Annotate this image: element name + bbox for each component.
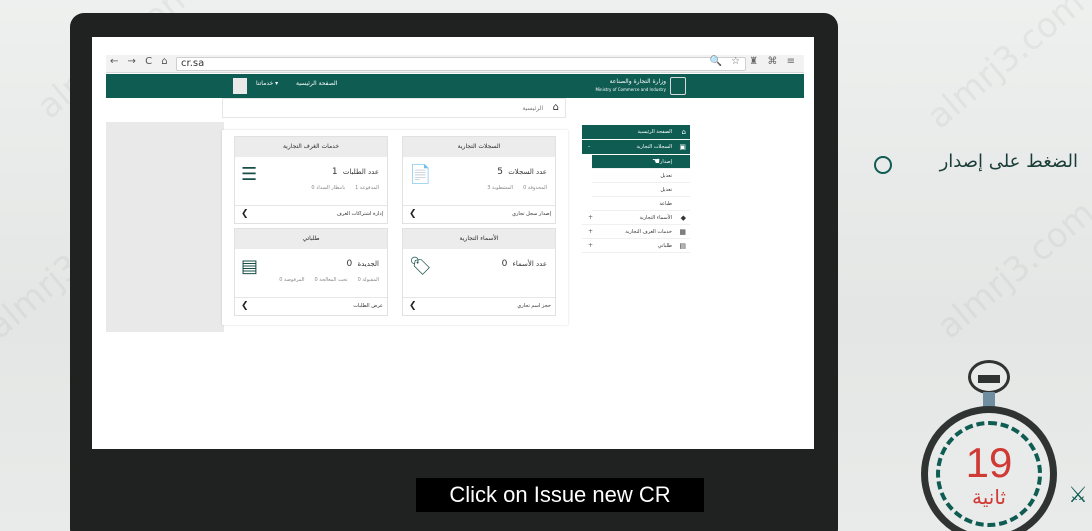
card-count: عدد السجلات 5 [497,167,547,177]
stopwatch: 19 ثانية [914,360,1064,531]
stopwatch-knob [968,360,1010,394]
requests-icon: ▤ [679,242,686,250]
card-footer[interactable]: ❮ عرض الطلبات [235,297,387,315]
browser-extension-icons[interactable]: 🔍 ☆ ♜ ⌘ ≡ [710,56,798,67]
card-title: الأسماء التجارية [403,229,555,249]
card-footer[interactable]: ❮ حجز اسم تجاري [403,297,555,315]
records-icon: ▣ [679,143,686,151]
nav-sub-issue[interactable]: ☚ إصدار [592,155,690,169]
card-sub: بانتظار السداد 0 المدفوعة 1 [311,185,379,191]
saudi-emblem-icon: ⚔ [1068,483,1088,508]
nav-item-cr[interactable]: - السجلات التجارية ▣ [582,140,690,154]
step-text: الضغط على إصدار [939,151,1078,172]
card-title: خدمات الغرف التجارية [235,137,387,157]
document-icon: 📄 [409,164,432,185]
requests-icon: ▤ [241,256,259,277]
dashboard-content: السجلات التجارية 📄 عدد السجلات 5 المشطوب… [222,130,568,325]
breadcrumb: ⌂ الرئيسية [222,98,566,118]
issue-cr-link[interactable]: إصدار سجل تجاري [512,211,551,217]
emblem-icon [670,77,686,95]
chevron-left-icon[interactable]: ❮ [409,209,417,219]
side-panel [106,122,224,332]
card-trade-names: الأسماء التجارية 🏷 عدد الأسماء 0 ❮ حجز ا… [402,228,556,316]
card-sub: المشطوبة 3 المحذوفة 0 [487,185,547,191]
card-count: عدد الأسماء 0 [501,259,547,269]
card-footer[interactable]: ❮ إصدار سجل تجاري [403,205,555,223]
tag-icon: 🏷 [409,256,432,277]
collapse-icon: - [588,143,591,150]
step-circle-icon [874,156,892,174]
nav-item-chambers[interactable]: + خدمات الغرف التجارية ▦ [582,225,690,239]
card-title: طلباتي [235,229,387,249]
nav-sub-modify-2[interactable]: تعديل [592,183,690,197]
building-icon: ▦ [679,228,686,236]
address-bar[interactable]: cr.sa [176,57,746,71]
card-sub: المرفوضة 0 تحت المعالجة 0 المقبولة 0 [279,277,379,283]
home-icon[interactable]: ⌂ [553,102,559,113]
manage-chamber-link[interactable]: إدارة اشتراكات الغرف [337,211,383,217]
hand-pointer-icon: ☚ [652,157,661,167]
reserve-name-link[interactable]: حجز اسم تجاري [517,303,551,309]
list-icon: ☰ [241,164,258,185]
card-my-requests: طلباتي ▤ الجديدة 0 المرفوضة 0 تحت المعالج… [234,228,388,316]
step-instruction: الضغط على إصدار [872,150,1082,178]
card-count: الجديدة 0 [346,259,379,269]
browser-toolbar: ← → C ⌂ cr.sa 🔍 ☆ ♜ ⌘ ≡ [106,55,804,73]
nav-item-home[interactable]: الصفحة الرئيسية ⌂ [582,125,690,139]
nav-sub-modify[interactable]: تعديل [592,169,690,183]
video-subtitle: Click on Issue new CR [416,478,704,512]
card-count: عدد الطلبات 1 [331,167,379,177]
browser-screen: ← → C ⌂ cr.sa 🔍 ☆ ♜ ⌘ ≡ خدماتنا ▾ الصفحة… [92,37,814,449]
tag-icon: ◆ [680,214,686,222]
avatar[interactable] [233,78,247,94]
timer-unit: ثانية [972,485,1006,509]
view-requests-link[interactable]: عرض الطلبات [353,303,383,309]
card-chamber-services: خدمات الغرف التجارية ☰ عدد الطلبات 1 بان… [234,136,388,224]
card-title: السجلات التجارية [403,137,555,157]
chevron-left-icon[interactable]: ❮ [241,209,249,219]
menu-home[interactable]: الصفحة الرئيسية [296,80,337,87]
breadcrumb-text[interactable]: الرئيسية [522,105,543,112]
expand-icon: + [588,214,594,221]
menu-services[interactable]: خدماتنا ▾ [256,80,278,87]
expand-icon: + [588,242,594,249]
card-footer[interactable]: ❮ إدارة اشتراكات الغرف [235,205,387,223]
stopwatch-face: 19 ثانية [921,406,1057,531]
expand-icon: + [588,228,594,235]
chevron-left-icon[interactable]: ❮ [241,301,249,311]
site-topbar: خدماتنا ▾ الصفحة الرئيسية وزارة التجارة … [106,74,804,98]
side-nav: الصفحة الرئيسية ⌂ - السجلات التجارية ▣ ☚… [582,125,690,253]
nav-item-names[interactable]: + الأسماء التجارية ◆ [582,211,690,225]
timer-value: 19 [965,439,1013,486]
nav-sub-print[interactable]: طباعة [592,197,690,211]
card-commercial-records: السجلات التجارية 📄 عدد السجلات 5 المشطوب… [402,136,556,224]
home-icon: ⌂ [681,128,686,136]
chevron-left-icon[interactable]: ❮ [409,301,417,311]
browser-nav-icons[interactable]: ← → C ⌂ [110,56,171,67]
nav-item-my-requests[interactable]: + طلباتي ▤ [582,239,690,253]
